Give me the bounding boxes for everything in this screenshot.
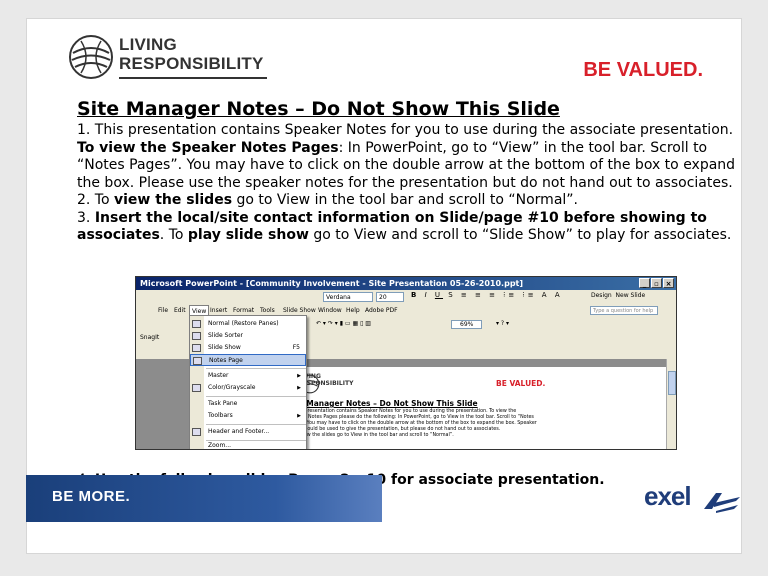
header-footer-icon bbox=[192, 428, 201, 436]
logo-line2: RESPONSIBILITY bbox=[119, 54, 264, 73]
menu-window[interactable]: Window bbox=[318, 304, 342, 317]
menu-separator bbox=[206, 424, 306, 425]
instruction-1: 1. This presentation contains Speaker No… bbox=[77, 122, 736, 191]
window-titlebar: Microsoft PowerPoint - [Community Involv… bbox=[136, 277, 676, 290]
view-menu-item-master[interactable]: Master ▶ bbox=[190, 370, 306, 382]
scroll-thumb[interactable] bbox=[668, 371, 676, 395]
instruction-3: 3. Insert the local/site contact informa… bbox=[77, 209, 732, 244]
snagit-button[interactable]: SnagIt bbox=[140, 331, 159, 345]
notes-body: 1. This presentation contains Speaker No… bbox=[287, 409, 577, 439]
new-slide-button[interactable]: New Slide bbox=[616, 292, 646, 299]
be-more-tagline: BE MORE. bbox=[52, 488, 131, 505]
font-select[interactable]: Verdana bbox=[323, 292, 373, 302]
color-grayscale-icon bbox=[192, 384, 201, 392]
help-search-input[interactable]: Type a question for help bbox=[590, 306, 658, 315]
instructions-body: 1. This presentation contains Speaker No… bbox=[77, 122, 747, 245]
normal-view-icon bbox=[192, 320, 201, 328]
notes-page-icon bbox=[193, 357, 202, 365]
toolbar-icons[interactable]: ↶ ▾ ↷ ▾ ▮ ▭ ▦ ▯ ▥ bbox=[316, 320, 371, 327]
view-menu-item-normal[interactable]: Normal (Restore Panes) bbox=[190, 318, 306, 330]
powerpoint-screenshot: Microsoft PowerPoint - [Community Involv… bbox=[135, 276, 677, 450]
view-menu-item-task-pane[interactable]: Task Pane bbox=[190, 398, 306, 410]
view-menu-item-slide-sorter[interactable]: Slide Sorter bbox=[190, 330, 306, 342]
notes-tagline: BE VALUED. bbox=[496, 379, 546, 388]
logo-underline bbox=[119, 77, 267, 79]
view-menu-item-slide-show[interactable]: Slide Show F5 bbox=[190, 342, 306, 354]
exel-swoosh-icon bbox=[704, 493, 740, 513]
help-icon[interactable]: ▾ ? ▾ bbox=[496, 320, 509, 327]
vertical-scrollbar[interactable] bbox=[666, 359, 676, 449]
logo-line1: LIVING bbox=[119, 35, 177, 54]
submenu-arrow-icon: ▶ bbox=[297, 373, 301, 379]
globe-icon bbox=[69, 35, 113, 79]
slide-sorter-icon bbox=[192, 332, 201, 340]
notes-line: 2. To view the slides go to View in the … bbox=[287, 433, 454, 438]
view-menu-item-color-grayscale[interactable]: Color/Grayscale ▶ bbox=[190, 382, 306, 394]
menu-separator bbox=[206, 368, 306, 369]
view-menu-item-toolbars[interactable]: Toolbars ▶ bbox=[190, 410, 306, 422]
footer-band: BE MORE. bbox=[26, 475, 382, 522]
slide-show-icon bbox=[192, 344, 201, 352]
view-menu-item-header-footer[interactable]: Header and Footer... bbox=[190, 426, 306, 438]
minimize-icon[interactable]: _ bbox=[639, 278, 650, 288]
view-menu-item-notes-page[interactable]: Notes Page bbox=[190, 354, 306, 366]
submenu-arrow-icon: ▶ bbox=[297, 413, 301, 419]
restore-icon[interactable]: ▫ bbox=[651, 278, 662, 288]
menu-help[interactable]: Help bbox=[346, 304, 360, 317]
view-menu-item-zoom[interactable]: Zoom... bbox=[190, 440, 306, 449]
notes-page-preview: LIVING RESPONSIBILITY BE VALUED. Site Ma… bbox=[274, 367, 674, 449]
menu-file[interactable]: File bbox=[158, 304, 168, 317]
exel-logo: exel bbox=[644, 481, 744, 515]
menu-edit[interactable]: Edit bbox=[174, 304, 186, 317]
menu-adobe-pdf[interactable]: Adobe PDF bbox=[365, 304, 398, 317]
design-buttons: Design New Slide bbox=[591, 292, 645, 299]
submenu-arrow-icon: ▶ bbox=[297, 385, 301, 391]
logo-text: LIVING RESPONSIBILITY bbox=[119, 35, 264, 73]
zoom-select[interactable]: 69% bbox=[451, 320, 483, 329]
notes-title: Site Manager Notes – Do Not Show This Sl… bbox=[287, 399, 478, 408]
window-controls: _ ▫ × bbox=[639, 278, 674, 288]
font-size-select[interactable]: 20 bbox=[376, 292, 404, 302]
view-menu-dropdown: Normal (Restore Panes) Slide Sorter Slid… bbox=[189, 315, 307, 449]
close-icon[interactable]: × bbox=[663, 278, 674, 288]
format-buttons[interactable]: B I U S ≡ ≡ ≡ ⁝≡ ⁝≡ A A bbox=[411, 291, 563, 299]
be-valued-tagline: BE VALUED. bbox=[583, 59, 703, 81]
exel-wordmark: exel bbox=[644, 481, 692, 511]
page-title: Site Manager Notes – Do Not Show This Sl… bbox=[77, 98, 560, 120]
design-button[interactable]: Design bbox=[591, 292, 612, 299]
window-title: Microsoft PowerPoint - [Community Involv… bbox=[140, 279, 524, 288]
living-responsibility-logo: LIVING RESPONSIBILITY bbox=[67, 27, 267, 87]
menu-separator bbox=[206, 396, 306, 397]
footer: BE MORE. exel bbox=[26, 475, 742, 522]
instruction-2: 2. To view the slides go to View in the … bbox=[77, 192, 578, 208]
formatting-toolbar: Verdana 20 B I U S ≡ ≡ ≡ ⁝≡ ⁝≡ A A Desig… bbox=[136, 290, 676, 304]
